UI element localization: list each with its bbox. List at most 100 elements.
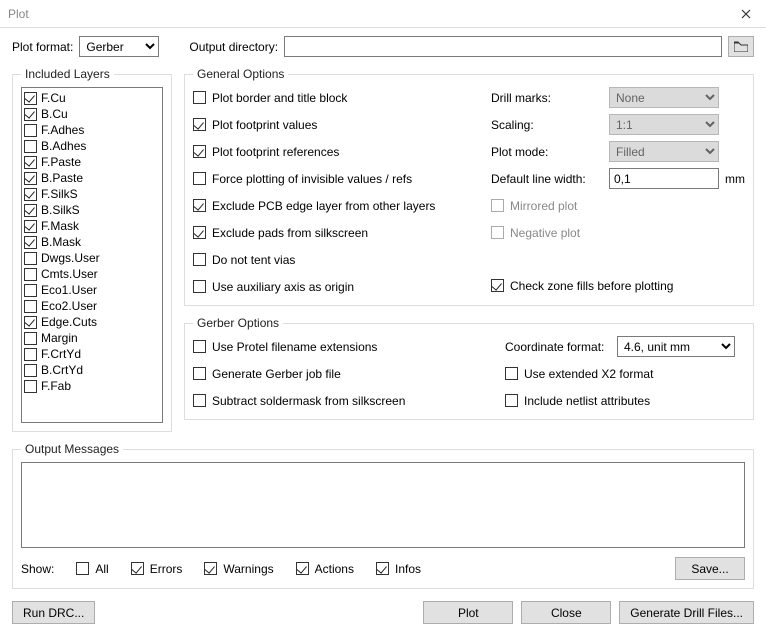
layer-checkbox[interactable] (24, 236, 37, 249)
layer-label: F.Cu (41, 91, 66, 105)
close-button[interactable]: Close (521, 601, 611, 624)
layer-label: F.Fab (41, 379, 71, 393)
layers-list[interactable]: F.CuB.CuF.AdhesB.AdhesF.PasteB.Paste F.Si… (21, 87, 163, 423)
general-opt-checkbox-1[interactable] (193, 118, 206, 131)
gerber-opt-checkbox-1[interactable] (193, 367, 206, 380)
layer-label: B.Adhes (41, 139, 86, 153)
layer-checkbox[interactable] (24, 380, 37, 393)
gerber-opt-checkbox-0[interactable] (193, 340, 206, 353)
layer-row[interactable]: B.CrtYd (24, 362, 160, 378)
layer-checkbox[interactable] (24, 300, 37, 313)
layer-row[interactable]: Cmts.User (24, 266, 160, 282)
show-label: Show: (21, 562, 54, 576)
scaling-label: Scaling: (491, 118, 603, 132)
netlist-attr-checkbox[interactable] (505, 394, 518, 407)
included-layers-group: Included Layers F.CuB.CuF.AdhesB.AdhesF.… (12, 67, 172, 432)
window-title: Plot (8, 0, 29, 28)
layer-checkbox[interactable] (24, 348, 37, 361)
layer-checkbox[interactable] (24, 140, 37, 153)
filter-infos-checkbox[interactable] (376, 562, 389, 575)
layer-row[interactable]: Edge.Cuts (24, 314, 160, 330)
layer-row[interactable]: F.Paste (24, 154, 160, 170)
filter-errors-checkbox[interactable] (131, 562, 144, 575)
general-options-group: General Options Plot border and title bl… (184, 67, 754, 306)
layer-row[interactable]: F.Cu (24, 90, 160, 106)
layer-label: B.Paste (41, 171, 83, 185)
layer-label: Cmts.User (41, 267, 98, 281)
plot-format-select[interactable]: Gerber (79, 36, 159, 57)
browse-folder-button[interactable] (728, 36, 754, 57)
layer-row[interactable]: F.Mask (24, 218, 160, 234)
save-button[interactable]: Save... (675, 557, 745, 580)
general-opt-label-5: Exclude pads from silkscreen (212, 226, 368, 240)
gerber-opt-checkbox-2[interactable] (193, 394, 206, 407)
layer-row[interactable]: B.Cu (24, 106, 160, 122)
layer-row[interactable]: F.Adhes (24, 122, 160, 138)
layer-row[interactable]: Margin (24, 330, 160, 346)
close-icon[interactable] (726, 0, 766, 28)
layer-checkbox[interactable] (24, 204, 37, 217)
negative-plot-checkbox (491, 226, 504, 239)
run-drc-button[interactable]: Run DRC... (12, 601, 95, 624)
layer-checkbox[interactable] (24, 268, 37, 281)
general-opt-checkbox-0[interactable] (193, 91, 206, 104)
general-opt-checkbox-3[interactable] (193, 172, 206, 185)
layer-checkbox[interactable] (24, 156, 37, 169)
layer-row[interactable]: F.SilkS (24, 186, 160, 202)
layer-row[interactable]: B.Paste (24, 170, 160, 186)
filter-errors-label: Errors (150, 562, 183, 576)
layer-checkbox[interactable] (24, 172, 37, 185)
layer-row[interactable]: B.Adhes (24, 138, 160, 154)
layer-row[interactable]: F.CrtYd (24, 346, 160, 362)
general-legend: General Options (193, 67, 288, 81)
layer-checkbox[interactable] (24, 284, 37, 297)
layer-checkbox[interactable] (24, 188, 37, 201)
output-dir-input[interactable] (284, 36, 722, 57)
output-messages-group: Output Messages Show: All Errors Warning… (12, 442, 754, 589)
general-opt-label-2: Plot footprint references (212, 145, 339, 159)
layer-checkbox[interactable] (24, 92, 37, 105)
messages-output[interactable] (21, 462, 745, 548)
layer-row[interactable]: Eco1.User (24, 282, 160, 298)
filter-actions-checkbox[interactable] (296, 562, 309, 575)
layer-checkbox[interactable] (24, 108, 37, 121)
layer-row[interactable]: Dwgs.User (24, 250, 160, 266)
general-opt-label-7: Use auxiliary axis as origin (212, 280, 354, 294)
general-opt-label-4: Exclude PCB edge layer from other layers (212, 199, 435, 213)
coord-format-select[interactable]: 4.6, unit mm (617, 336, 735, 357)
layer-row[interactable]: B.Mask (24, 234, 160, 250)
layer-label: B.CrtYd (41, 363, 83, 377)
layer-row[interactable]: F.Fab (24, 378, 160, 394)
filter-all-checkbox[interactable] (76, 562, 89, 575)
mirrored-plot-checkbox (491, 199, 504, 212)
check-zones-checkbox[interactable] (491, 279, 504, 292)
line-width-input[interactable] (609, 168, 719, 189)
layer-checkbox[interactable] (24, 316, 37, 329)
general-opt-checkbox-6[interactable] (193, 253, 206, 266)
layer-checkbox[interactable] (24, 252, 37, 265)
mirrored-plot-label: Mirrored plot (510, 199, 577, 213)
general-opt-checkbox-4[interactable] (193, 199, 206, 212)
filter-actions-label: Actions (315, 562, 354, 576)
generate-drill-button[interactable]: Generate Drill Files... (619, 601, 754, 624)
layer-label: B.SilkS (41, 203, 80, 217)
output-dir-label: Output directory: (189, 40, 278, 54)
scaling-select: 1:1 (609, 114, 719, 135)
layer-row[interactable]: Eco2.User (24, 298, 160, 314)
layer-checkbox[interactable] (24, 220, 37, 233)
general-opt-checkbox-7[interactable] (193, 280, 206, 293)
layer-label: F.SilkS (41, 187, 78, 201)
general-opt-checkbox-5[interactable] (193, 226, 206, 239)
ext-x2-checkbox[interactable] (505, 367, 518, 380)
layer-checkbox[interactable] (24, 124, 37, 137)
coord-format-label: Coordinate format: (505, 340, 611, 354)
general-opt-checkbox-2[interactable] (193, 145, 206, 158)
filter-warnings-checkbox[interactable] (204, 562, 217, 575)
layer-checkbox[interactable] (24, 332, 37, 345)
layer-label: Dwgs.User (41, 251, 100, 265)
gerber-options-group: Gerber Options Use Protel filename exten… (184, 316, 754, 420)
layer-row[interactable]: B.SilkS (24, 202, 160, 218)
plot-button[interactable]: Plot (423, 601, 513, 624)
layer-checkbox[interactable] (24, 364, 37, 377)
drill-marks-label: Drill marks: (491, 91, 603, 105)
